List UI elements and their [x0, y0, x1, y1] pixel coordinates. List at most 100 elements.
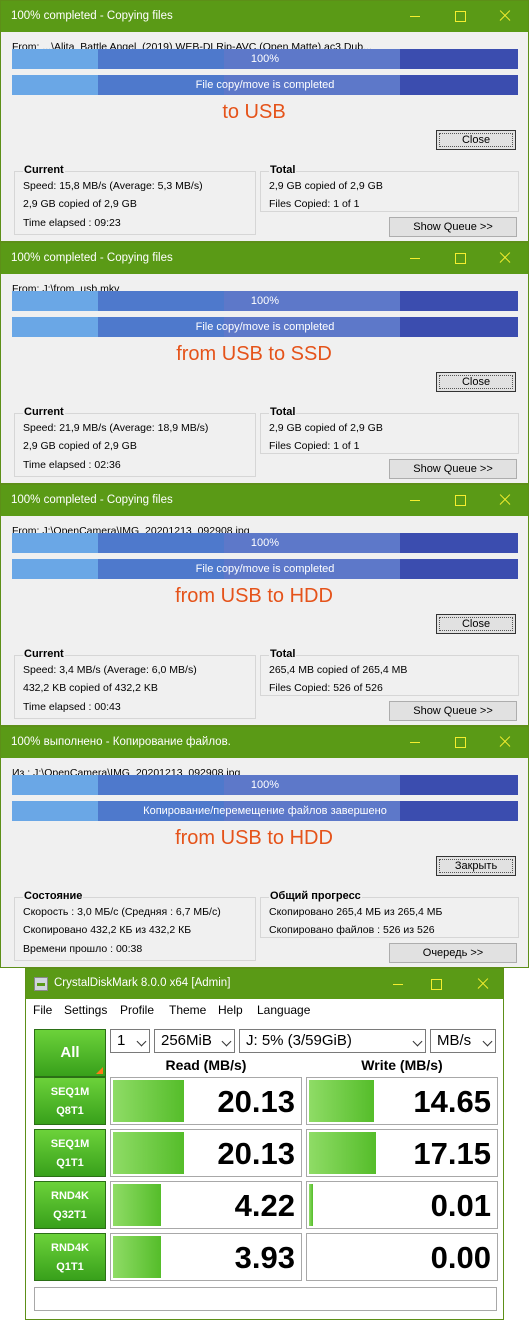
show-queue-button[interactable]: Show Queue >> [389, 459, 517, 479]
menu-language[interactable]: Language [257, 1003, 310, 1017]
status-text: File copy/move is completed [195, 79, 335, 91]
cdm-titlebar[interactable]: CrystalDiskMark 8.0.0 x64 [Admin] [26, 969, 503, 999]
read-result-bar [113, 1080, 184, 1122]
current-header: Current [23, 164, 65, 176]
speed-text: Speed: 15,8 MB/s (Average: 5,3 MB/s) [23, 180, 203, 192]
status-text: Копирование/перемещение файлов завершено [143, 805, 387, 817]
close-button[interactable]: Close [436, 130, 516, 150]
menu-help[interactable]: Help [218, 1003, 243, 1017]
close-icon[interactable] [494, 489, 516, 511]
test-button-seq1m-q8t1[interactable]: SEQ1M Q8T1 [34, 1077, 106, 1125]
minimize-icon[interactable] [404, 5, 426, 27]
dialog-titlebar[interactable]: 100% completed - Copying files [1, 1, 528, 32]
minimize-icon[interactable] [404, 247, 426, 269]
count-value: 1 [117, 1032, 126, 1049]
maximize-icon[interactable] [449, 247, 471, 269]
dialog-titlebar[interactable]: 100% выполнено - Копирование файлов. [1, 727, 528, 758]
dialog-titlebar[interactable]: 100% completed - Copying files [1, 485, 528, 516]
read-result-cell: 4.22 [110, 1181, 302, 1229]
total-group: Общий прогресс Скопировано 265,4 МБ из 2… [260, 890, 519, 938]
progress-bar-current: 100% [12, 49, 518, 69]
total-header: Общий прогресс [269, 890, 362, 902]
current-header: Состояние [23, 890, 84, 902]
minimize-icon[interactable] [387, 973, 409, 995]
minimize-icon[interactable] [404, 731, 426, 753]
copied-text: 2,9 GB copied of 2,9 GB [23, 198, 137, 210]
write-result-cell: 0.00 [306, 1233, 498, 1281]
menu-theme[interactable]: Theme [169, 1003, 206, 1017]
show-queue-button[interactable]: Очередь >> [389, 943, 517, 963]
progress-bar-current: 100% [12, 291, 518, 311]
chevron-down-icon [221, 1036, 232, 1047]
show-queue-button[interactable]: Show Queue >> [389, 217, 517, 237]
total-header: Total [269, 406, 297, 418]
test-params: Q8T1 [56, 1105, 84, 1117]
elapsed-text: Time elapsed : 09:23 [23, 217, 121, 229]
close-button[interactable]: Close [436, 372, 516, 392]
menu-settings[interactable]: Settings [64, 1003, 107, 1017]
drive-value: J: 5% (3/59GiB) [246, 1032, 352, 1049]
write-result-value: 0.01 [430, 1188, 491, 1223]
dialog-titlebar[interactable]: 100% completed - Copying files [1, 243, 528, 274]
test-name: RND4K [51, 1190, 89, 1202]
current-group: Current Speed: 15,8 MB/s (Average: 5,3 M… [14, 164, 256, 235]
total-group: Total 2,9 GB copied of 2,9 GB Files Copi… [260, 406, 519, 454]
unit-select[interactable]: MB/s [430, 1029, 496, 1053]
menu-file[interactable]: File [33, 1003, 52, 1017]
menu-profile[interactable]: Profile [120, 1003, 154, 1017]
status-text: File copy/move is completed [195, 563, 335, 575]
comment-field[interactable] [34, 1287, 497, 1311]
read-result-bar [113, 1236, 161, 1278]
cdm-body: All 1 256MiB J: 5% (3/59GiB) MB/s Read (… [26, 1021, 503, 1319]
write-result-value: 0.00 [430, 1240, 491, 1275]
close-button[interactable]: Close [436, 614, 516, 634]
total-group: Total 2,9 GB copied of 2,9 GB Files Copi… [260, 164, 519, 212]
elapsed-text: Времени прошло : 00:38 [23, 943, 143, 955]
maximize-icon[interactable] [449, 489, 471, 511]
current-group: Состояние Скорость : 3,0 МБ/с (Средняя :… [14, 890, 256, 961]
test-button-rnd4k-q32t1[interactable]: RND4K Q32T1 [34, 1181, 106, 1229]
maximize-icon[interactable] [449, 5, 471, 27]
size-select[interactable]: 256MiB [154, 1029, 235, 1053]
maximize-icon[interactable] [425, 973, 447, 995]
close-icon[interactable] [494, 731, 516, 753]
total-copied-text: Скопировано 265,4 МБ из 265,4 МБ [269, 906, 443, 918]
minimize-icon[interactable] [404, 489, 426, 511]
test-params: Q32T1 [53, 1209, 87, 1221]
read-result-bar [113, 1132, 184, 1174]
close-icon[interactable] [494, 247, 516, 269]
close-icon[interactable] [472, 973, 494, 995]
progress-bar-total: File copy/move is completed [12, 75, 518, 95]
files-copied-text: Files Copied: 1 of 1 [269, 198, 360, 210]
total-copied-text: 2,9 GB copied of 2,9 GB [269, 422, 383, 434]
show-queue-button[interactable]: Show Queue >> [389, 701, 517, 721]
write-result-bar [309, 1184, 313, 1226]
read-result-cell: 20.13 [110, 1077, 302, 1125]
close-icon[interactable] [494, 5, 516, 27]
all-button[interactable]: All [34, 1029, 106, 1077]
current-group: Current Speed: 3,4 MB/s (Average: 6,0 MB… [14, 648, 256, 719]
total-group: Total 265,4 MB copied of 265,4 MB Files … [260, 648, 519, 696]
annotation-label: from USB to HDD [175, 827, 333, 849]
write-header: Write (MB/s) [361, 1057, 443, 1073]
test-button-rnd4k-q1t1[interactable]: RND4K Q1T1 [34, 1233, 106, 1281]
progress-bar-current: 100% [12, 775, 518, 795]
annotation-label: from USB to HDD [175, 585, 333, 607]
progress-percent: 100% [250, 53, 280, 65]
cdm-title: CrystalDiskMark 8.0.0 x64 [Admin] [54, 977, 231, 989]
crystaldiskmark-window: CrystalDiskMark 8.0.0 x64 [Admin] File S… [25, 968, 504, 1320]
read-header: Read (MB/s) [165, 1057, 247, 1073]
read-result-value: 4.22 [234, 1188, 295, 1223]
drive-select[interactable]: J: 5% (3/59GiB) [239, 1029, 426, 1053]
close-button[interactable]: Закрыть [436, 856, 516, 876]
count-select[interactable]: 1 [110, 1029, 150, 1053]
test-button-seq1m-q1t1[interactable]: SEQ1M Q1T1 [34, 1129, 106, 1177]
current-header: Current [23, 406, 65, 418]
copied-text: 432,2 KB copied of 432,2 KB [23, 682, 158, 694]
annotation-label: to USB [222, 101, 286, 123]
speed-text: Speed: 3,4 MB/s (Average: 6,0 MB/s) [23, 664, 197, 676]
total-header: Total [269, 648, 297, 660]
maximize-icon[interactable] [449, 731, 471, 753]
read-result-value: 20.13 [217, 1084, 295, 1119]
elapsed-text: Time elapsed : 00:43 [23, 701, 121, 713]
